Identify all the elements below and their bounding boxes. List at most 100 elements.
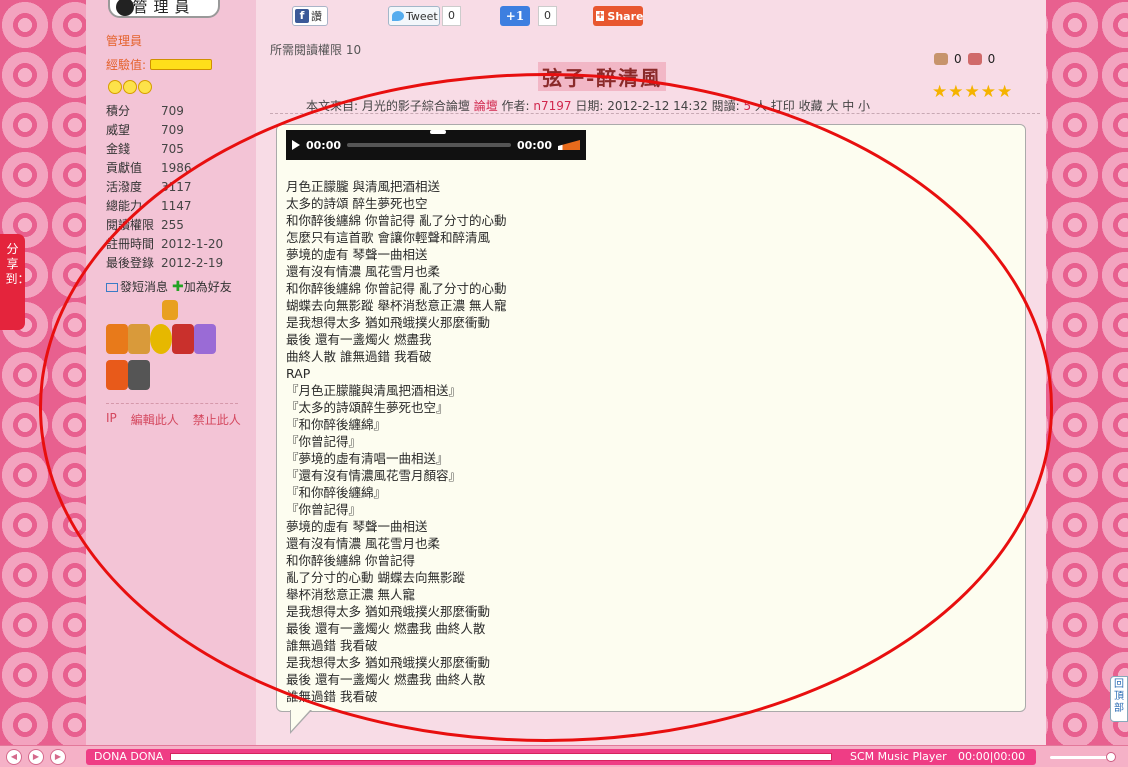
smiley-icon	[108, 80, 122, 94]
tweet-button[interactable]: Tweet	[388, 6, 440, 26]
lyric-line: 和你醉後纏綿 你曾記得 亂了分寸的心動	[286, 281, 507, 296]
user-stats: 積分 709 威望 709 金錢 705 貢獻值 1986 活潑度 3117 總能力 114…	[106, 102, 223, 273]
send-message-link[interactable]: 發短消息	[106, 278, 168, 295]
lyric-line: 『和你醉後纏綿』	[286, 417, 387, 432]
lyric-line: 和你醉後纏綿 你曾記得 亂了分寸的心動	[286, 213, 507, 228]
share-plus-icon: +	[596, 10, 605, 21]
stat-row: 閱讀權限 255	[106, 218, 184, 232]
lyric-line: 月色正朦朧 與清風把酒相送	[286, 179, 440, 194]
role-badge: 管理員	[108, 0, 220, 18]
smiley-icon	[123, 80, 137, 94]
medal-icon	[128, 360, 150, 390]
user-silhouette-icon	[116, 0, 134, 16]
stat-row: 最後登錄 2012-2-19	[106, 256, 224, 270]
exp-bar	[150, 59, 213, 70]
share-button[interactable]: + Share	[593, 6, 643, 26]
plusone-count: 0	[538, 6, 557, 26]
like-count: 0	[954, 52, 962, 66]
stat-row: 總能力 1147	[106, 199, 192, 213]
lyric-line: 曲終人散 誰無過錯 我看破	[286, 349, 432, 364]
music-info-bar: DONA DONA SCM Music Player 00:00|00:00	[86, 749, 1036, 765]
thumbs-up-icon[interactable]	[934, 53, 948, 65]
stat-row: 貢獻值 1986	[106, 161, 192, 175]
ip-link[interactable]: IP	[106, 411, 117, 428]
ban-user-link[interactable]: 禁止此人	[193, 411, 241, 428]
dislike-count: 0	[987, 52, 996, 66]
stat-row: 活潑度 3117	[106, 180, 192, 194]
mail-icon	[106, 283, 118, 292]
next-icon[interactable]: ▶	[50, 748, 66, 765]
play-icon[interactable]	[292, 140, 300, 150]
star-icon: ★	[997, 82, 1013, 102]
user-group: 管理員	[106, 34, 143, 48]
forum-link[interactable]: 論壇	[474, 99, 498, 113]
thumbs-down-icon[interactable]	[967, 53, 982, 65]
exp-label: 經驗值:	[106, 58, 147, 72]
add-friend-link[interactable]: ✚加為好友	[172, 278, 232, 295]
lyrics-text: 月色正朦朧 與清風把酒相送 太多的詩頌 醉生夢死也空和你醉後纏綿 你曾記得 亂了分…	[286, 178, 506, 705]
lyric-line: 舉杯消愁意正濃 無人寵	[286, 587, 415, 602]
lyric-line: 『夢境的虛有清唱一曲相送』	[286, 451, 449, 466]
stat-row: 威望 709	[106, 123, 184, 137]
side-share-tab[interactable]: 分享到：	[0, 234, 30, 330]
edit-user-link[interactable]: 編輯此人	[131, 411, 179, 428]
star-icon: ★	[932, 82, 948, 102]
facebook-icon: f	[295, 9, 309, 23]
lyric-line: 是我想得太多 猶如飛蛾撲火那麼衝動	[286, 604, 490, 619]
thread-title: 弦子-醉清風	[538, 62, 667, 91]
user-sidebar: 管理員 管理員 經驗值: 積分 709 威望 709 金錢 705 貢獻值 1986 活…	[86, 0, 256, 745]
lyric-line: 『太多的詩頌醉生夢死也空』	[286, 400, 449, 415]
rating-stars: ★ ★ ★ ★ ★	[932, 82, 1012, 102]
stat-row: 註冊時間 2012-1-20	[106, 237, 224, 251]
volume-slider[interactable]	[1050, 752, 1116, 762]
star-icon: ★	[964, 82, 980, 102]
player-name: SCM Music Player	[850, 750, 947, 763]
lyric-line: 還有沒有情濃 風花雪月也柔	[286, 536, 440, 551]
medal-icon	[172, 324, 194, 354]
author-link[interactable]: n7197	[533, 99, 571, 113]
previous-icon[interactable]: ◀	[6, 748, 22, 765]
lyric-line: 太多的詩頌 醉生夢死也空	[286, 196, 428, 211]
vote-box: 0 0	[934, 52, 995, 66]
play-icon[interactable]: ▶	[28, 748, 44, 765]
stat-row: 積分 709	[106, 104, 184, 118]
post-tools[interactable]: 打印 收藏 大 中 小	[771, 99, 870, 113]
role-badge-label: 管理員	[132, 0, 196, 16]
facebook-like-button[interactable]: f 讚	[292, 6, 328, 26]
smiley-icon	[138, 80, 152, 94]
read-permission: 所需閱讀權限 10	[270, 43, 362, 57]
song-title: DONA DONA	[94, 750, 164, 763]
medal-icon	[150, 324, 172, 354]
tweet-count: 0	[442, 6, 461, 26]
medal-icon	[106, 324, 128, 354]
lyric-line: 誰無過錯 我看破	[286, 689, 378, 704]
medal-icon	[106, 360, 128, 390]
lyric-line: 蝴蝶去向無影蹤 舉杯消愁意正濃 無人寵	[286, 298, 507, 313]
bubble-tail-inner	[291, 710, 310, 731]
lyric-line: 最後 還有一盞燭火 燃盡我 曲終人散	[286, 621, 486, 636]
lyric-line: 最後 還有一盞燭火 燃盡我	[286, 332, 432, 347]
audio-player: 00:00 00:00	[286, 130, 586, 160]
lyric-line: 『和你醉後纏綿』	[286, 485, 387, 500]
star-icon: ★	[980, 82, 996, 102]
lyric-line: 是我想得太多 猶如飛蛾撲火那麼衝動	[286, 655, 490, 670]
stat-row: 金錢 705	[106, 142, 184, 156]
lyric-line: 『還有沒有情濃風花雪月顏容』	[286, 468, 462, 483]
player-seek-bar[interactable]	[347, 143, 511, 147]
rank-icons	[108, 80, 152, 94]
lyric-line: 怎麼只有這首歌 會讓你輕聲和醉清風	[286, 230, 490, 245]
star-icon: ★	[948, 82, 964, 102]
user-actions: 發短消息 ✚加為好友	[106, 278, 232, 295]
volume-icon[interactable]	[558, 140, 580, 150]
lyric-line: 和你醉後纏綿 你曾記得	[286, 553, 415, 568]
volume-knob[interactable]	[1106, 752, 1116, 762]
google-plus-one-button[interactable]: +1	[500, 6, 530, 26]
back-to-top-button[interactable]: 回頂部	[1110, 676, 1128, 722]
plus-icon: ✚	[172, 279, 184, 295]
lyric-line: 『你曾記得』	[286, 502, 362, 517]
music-progress[interactable]	[170, 753, 832, 761]
view-count: 5	[743, 99, 752, 113]
lyric-line: 夢境的虛有 琴聲一曲相送	[286, 247, 428, 262]
lyric-line: 『月色正朦朧與清風把酒相送』	[286, 383, 462, 398]
post-meta: 本文來自: 月光的影子綜合論壇 論壇 作者: n7197 日期: 2012-2-…	[306, 99, 871, 113]
